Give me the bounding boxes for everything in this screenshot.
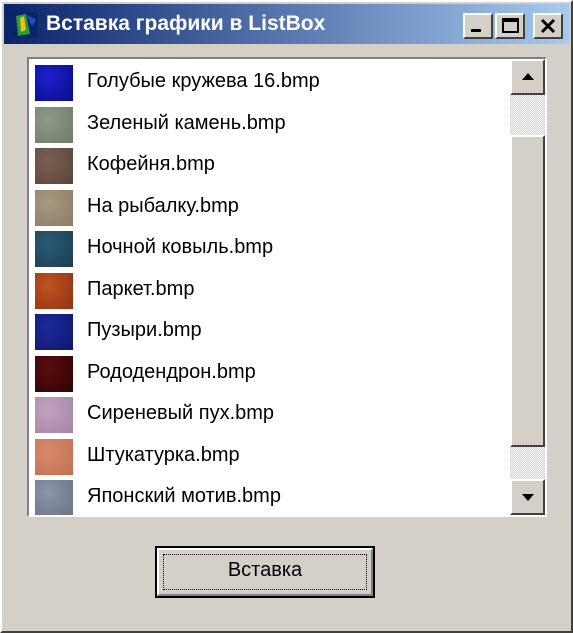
list-item[interactable]: Рододендрон.bmp <box>29 352 510 393</box>
image-thumbnail <box>35 231 73 267</box>
image-thumbnail <box>35 106 73 143</box>
listbox-items: Голубые кружева 16.bmp Зеленый камень.bmp… <box>29 59 510 515</box>
minimize-icon <box>471 29 481 32</box>
list-item[interactable]: Японский мотив.bmp <box>29 476 510 515</box>
scroll-down-button[interactable] <box>510 479 545 515</box>
image-thumbnail <box>35 189 73 226</box>
image-thumbnail <box>35 148 73 184</box>
image-thumbnail <box>35 355 73 392</box>
vertical-scrollbar[interactable] <box>510 59 545 515</box>
list-item[interactable]: Пузыри.bmp <box>29 310 510 351</box>
scrollbar-thumb[interactable] <box>510 135 545 447</box>
list-item[interactable]: Штукатурка.bmp <box>29 435 510 476</box>
image-thumbnail <box>35 438 73 475</box>
list-item-label: Кофейня.bmp <box>87 153 215 175</box>
delphi-app-icon <box>12 12 38 38</box>
image-thumbnail <box>35 480 73 515</box>
app-window: Вставка графики в ListBox Голубые кружев… <box>0 0 573 633</box>
list-item-label: Голубые кружева 16.bmp <box>87 70 320 92</box>
arrow-down-icon <box>522 494 534 501</box>
list-item[interactable]: Зеленый камень.bmp <box>29 103 510 144</box>
close-button[interactable] <box>533 13 563 39</box>
list-item[interactable]: На рыбалку.bmp <box>29 186 510 227</box>
list-item[interactable]: Ночной ковыль.bmp <box>29 227 510 268</box>
title-bar[interactable]: Вставка графики в ListBox <box>4 4 569 44</box>
list-item-label: Японский мотив.bmp <box>87 485 281 507</box>
image-thumbnail <box>35 272 73 309</box>
scroll-up-button[interactable] <box>510 59 545 95</box>
insert-button[interactable]: Вставка <box>155 546 375 598</box>
list-item-label: Сиреневый пух.bmp <box>87 402 275 424</box>
list-item-label: Штукатурка.bmp <box>87 443 240 466</box>
list-item[interactable]: Сиреневый пух.bmp <box>29 393 510 434</box>
image-thumbnail <box>35 397 73 433</box>
arrow-up-icon <box>522 73 534 80</box>
list-item-label: Зеленый камень.bmp <box>87 111 286 134</box>
image-listbox[interactable]: Голубые кружева 16.bmp Зеленый камень.bmp… <box>27 57 547 517</box>
list-item-label: На рыбалку.bmp <box>87 194 239 217</box>
list-item-label: Ночной ковыль.bmp <box>87 236 274 258</box>
list-item-label: Пузыри.bmp <box>87 319 202 341</box>
maximize-icon <box>502 18 519 33</box>
insert-button-label: Вставка <box>227 559 303 581</box>
list-item[interactable]: Паркет.bmp <box>29 269 510 310</box>
list-item[interactable]: Кофейня.bmp <box>29 144 510 185</box>
list-item-label: Паркет.bmp <box>87 277 195 300</box>
list-item[interactable]: Голубые кружева 16.bmp <box>29 61 510 102</box>
window-title: Вставка графики в ListBox <box>46 12 326 35</box>
image-thumbnail <box>35 314 73 350</box>
list-item-label: Рододендрон.bmp <box>87 360 256 383</box>
close-icon <box>540 18 556 34</box>
maximize-button[interactable] <box>495 13 525 39</box>
image-thumbnail <box>35 65 73 101</box>
minimize-button[interactable] <box>463 13 493 39</box>
